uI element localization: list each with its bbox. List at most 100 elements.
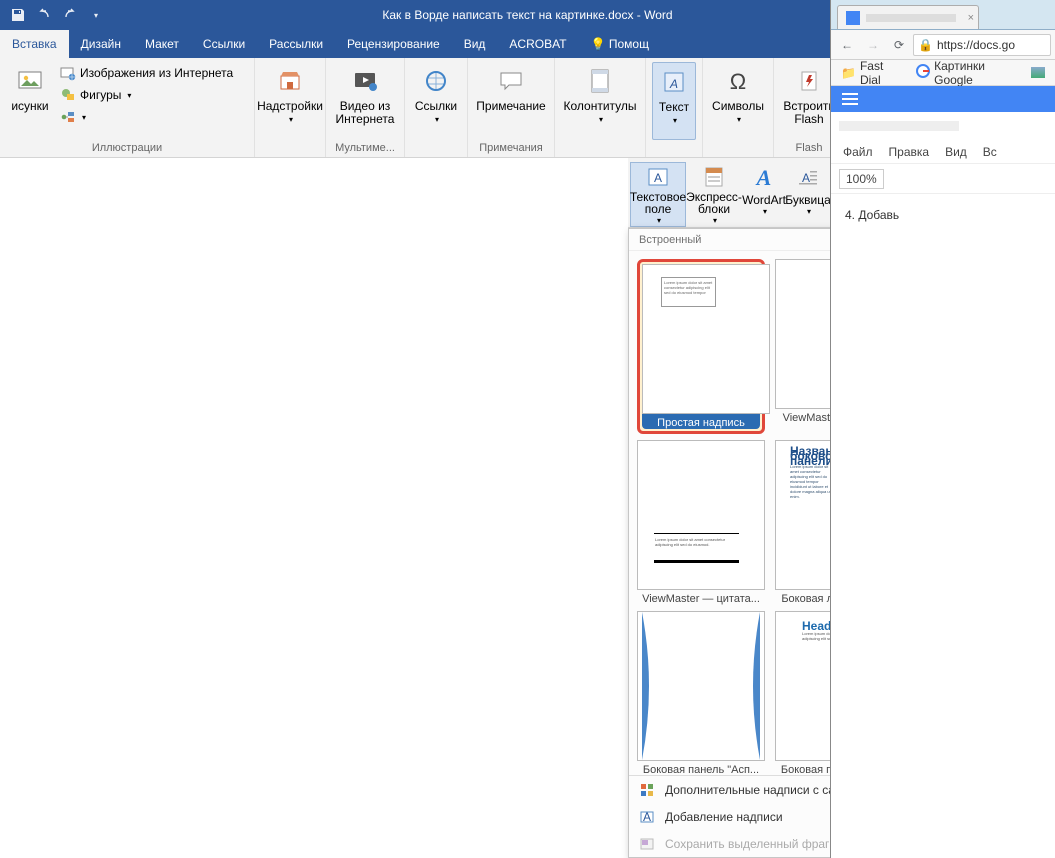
gallery-item-viewmaster-quote2[interactable]: Lorem ipsum dolor sit amet consectetur a… <box>637 440 765 605</box>
chevron-down-icon: ▾ <box>807 206 811 218</box>
save-icon[interactable] <box>6 3 30 27</box>
group-label-text <box>652 140 696 157</box>
bookmarks-bar: 📁 Fast Dial Картинки Google <box>831 60 1055 86</box>
text-button[interactable]: A Текст ▾ <box>652 62 696 140</box>
chevron-down-icon: ▾ <box>673 114 677 127</box>
bookmark-label: Картинки Google <box>934 59 1015 87</box>
text-box-icon: A <box>646 165 670 189</box>
group-label-headerfooter <box>561 140 639 157</box>
tell-me[interactable]: 💡 Помощ <box>579 30 661 58</box>
addins-button[interactable]: Надстройки ▾ <box>261 62 319 140</box>
url-text: https://docs.go <box>937 38 1015 52</box>
back-button[interactable]: ← <box>835 33 859 57</box>
gdocs-title-area[interactable] <box>831 112 1055 140</box>
drop-cap-label: Буквица <box>785 194 831 206</box>
picture-icon <box>1031 67 1045 78</box>
gallery-item-simple-textbox[interactable]: Lorem ipsum dolor sit amet consectetur a… <box>637 259 765 434</box>
ribbon-group-comments: Примечание Примечания <box>468 58 555 157</box>
omega-icon: Ω <box>730 65 746 97</box>
reload-button[interactable]: ⟳ <box>887 33 911 57</box>
address-bar[interactable]: 🔒 https://docs.go <box>913 34 1051 56</box>
bookmark-item[interactable] <box>1025 63 1051 83</box>
tab-references[interactable]: Ссылки <box>191 30 257 58</box>
online-video-label: Видео из Интернета <box>334 100 396 126</box>
online-pictures-button[interactable]: Изображения из Интернета <box>56 62 246 84</box>
group-label-illustrations: Иллюстрации <box>6 140 248 157</box>
group-label-links <box>411 140 461 157</box>
embed-flash-label: Встроить Flash <box>782 100 836 126</box>
lightbulb-icon: 💡 <box>591 37 606 51</box>
comment-button[interactable]: Примечание <box>474 62 548 140</box>
links-button[interactable]: Ссылки ▾ <box>411 62 461 140</box>
picture-icon <box>16 65 44 97</box>
google-icon <box>916 64 930 81</box>
shapes-button[interactable]: Фигуры▾ <box>56 84 246 106</box>
addins-label: Надстройки <box>257 100 323 113</box>
redo-icon[interactable] <box>58 3 82 27</box>
gdocs-menu-icon[interactable] <box>839 88 861 110</box>
ribbon-group-text: A Текст ▾ <box>646 58 703 157</box>
header-footer-button[interactable]: Колонтитулы ▾ <box>561 62 639 140</box>
text-icon: A <box>660 66 688 98</box>
svg-text:A: A <box>669 77 678 91</box>
tell-me-label: Помощ <box>609 37 649 51</box>
online-video-button[interactable]: Видео из Интернета <box>332 62 398 140</box>
ribbon-group-media: Видео из Интернета Мультиме... <box>326 58 405 157</box>
chevron-down-icon: ▾ <box>82 113 86 122</box>
gdocs-toolbar: 100% <box>831 164 1055 194</box>
menu-file[interactable]: Файл <box>835 145 881 159</box>
gallery-item-aspect-panel-1[interactable]: Боковая панель "Асп... <box>637 611 765 775</box>
header-footer-label: Колонтитулы <box>563 100 636 113</box>
gallery-item-label: Простая надпись <box>642 414 760 429</box>
smartart-button[interactable]: ▾ <box>56 106 246 128</box>
quick-parts-icon <box>702 164 726 189</box>
tab-design[interactable]: Дизайн <box>69 30 133 58</box>
textbox-draw-icon: A <box>639 809 655 825</box>
flash-icon <box>795 65 823 97</box>
gdocs-document[interactable]: 4. Добавь <box>831 194 1055 234</box>
chrome-content: Файл Правка Вид Вс 100% 4. Добавь <box>831 86 1055 858</box>
store-icon <box>276 65 304 97</box>
link-icon <box>422 65 450 97</box>
tab-title-placeholder <box>866 14 956 22</box>
quick-parts-button[interactable]: Экспресс-блоки▾ <box>686 162 742 227</box>
tab-close-icon[interactable]: × <box>968 12 974 24</box>
doc-title-placeholder <box>839 121 959 131</box>
text-box-button[interactable]: A Текстовое поле▾ <box>630 162 686 227</box>
tab-layout[interactable]: Макет <box>133 30 191 58</box>
office-icon <box>639 782 655 798</box>
tab-insert[interactable]: Вставка <box>0 30 69 58</box>
chrome-tab[interactable]: × <box>837 5 979 29</box>
tab-view[interactable]: Вид <box>452 30 498 58</box>
drop-cap-button[interactable]: A Буквица▾ <box>786 162 830 227</box>
chevron-down-icon: ▾ <box>713 215 717 227</box>
chevron-down-icon: ▾ <box>657 215 661 227</box>
menu-insert[interactable]: Вс <box>975 145 1005 159</box>
quick-access-toolbar: ▾ <box>0 3 108 27</box>
menu-view[interactable]: Вид <box>937 145 975 159</box>
qat-customize-icon[interactable]: ▾ <box>84 3 108 27</box>
bookmark-fast-dial[interactable]: 📁 Fast Dial <box>835 63 906 83</box>
save-gallery-icon <box>639 836 655 852</box>
tab-mailings[interactable]: Рассылки <box>257 30 335 58</box>
comment-label: Примечание <box>476 100 545 113</box>
lock-icon: 🔒 <box>918 38 933 52</box>
group-label-media: Мультиме... <box>332 140 398 157</box>
links-label: Ссылки <box>415 100 457 113</box>
ribbon-group-headerfooter: Колонтитулы ▾ <box>555 58 646 157</box>
forward-button[interactable]: → <box>861 33 885 57</box>
bookmark-google-images[interactable]: Картинки Google <box>910 63 1021 83</box>
group-label-symbols <box>709 140 767 157</box>
chevron-down-icon: ▾ <box>737 113 741 126</box>
zoom-level[interactable]: 100% <box>839 169 884 189</box>
wordart-button[interactable]: A WordArt▾ <box>742 162 786 227</box>
svg-text:A: A <box>643 810 651 824</box>
pictures-button[interactable]: исунки <box>6 62 54 140</box>
bookmark-label: Fast Dial <box>860 59 900 87</box>
menu-edit[interactable]: Правка <box>881 145 938 159</box>
tab-review[interactable]: Рецензирование <box>335 30 452 58</box>
undo-icon[interactable] <box>32 3 56 27</box>
symbols-label: Символы <box>712 100 764 113</box>
tab-acrobat[interactable]: ACROBAT <box>497 30 578 58</box>
symbols-button[interactable]: Ω Символы ▾ <box>709 62 767 140</box>
